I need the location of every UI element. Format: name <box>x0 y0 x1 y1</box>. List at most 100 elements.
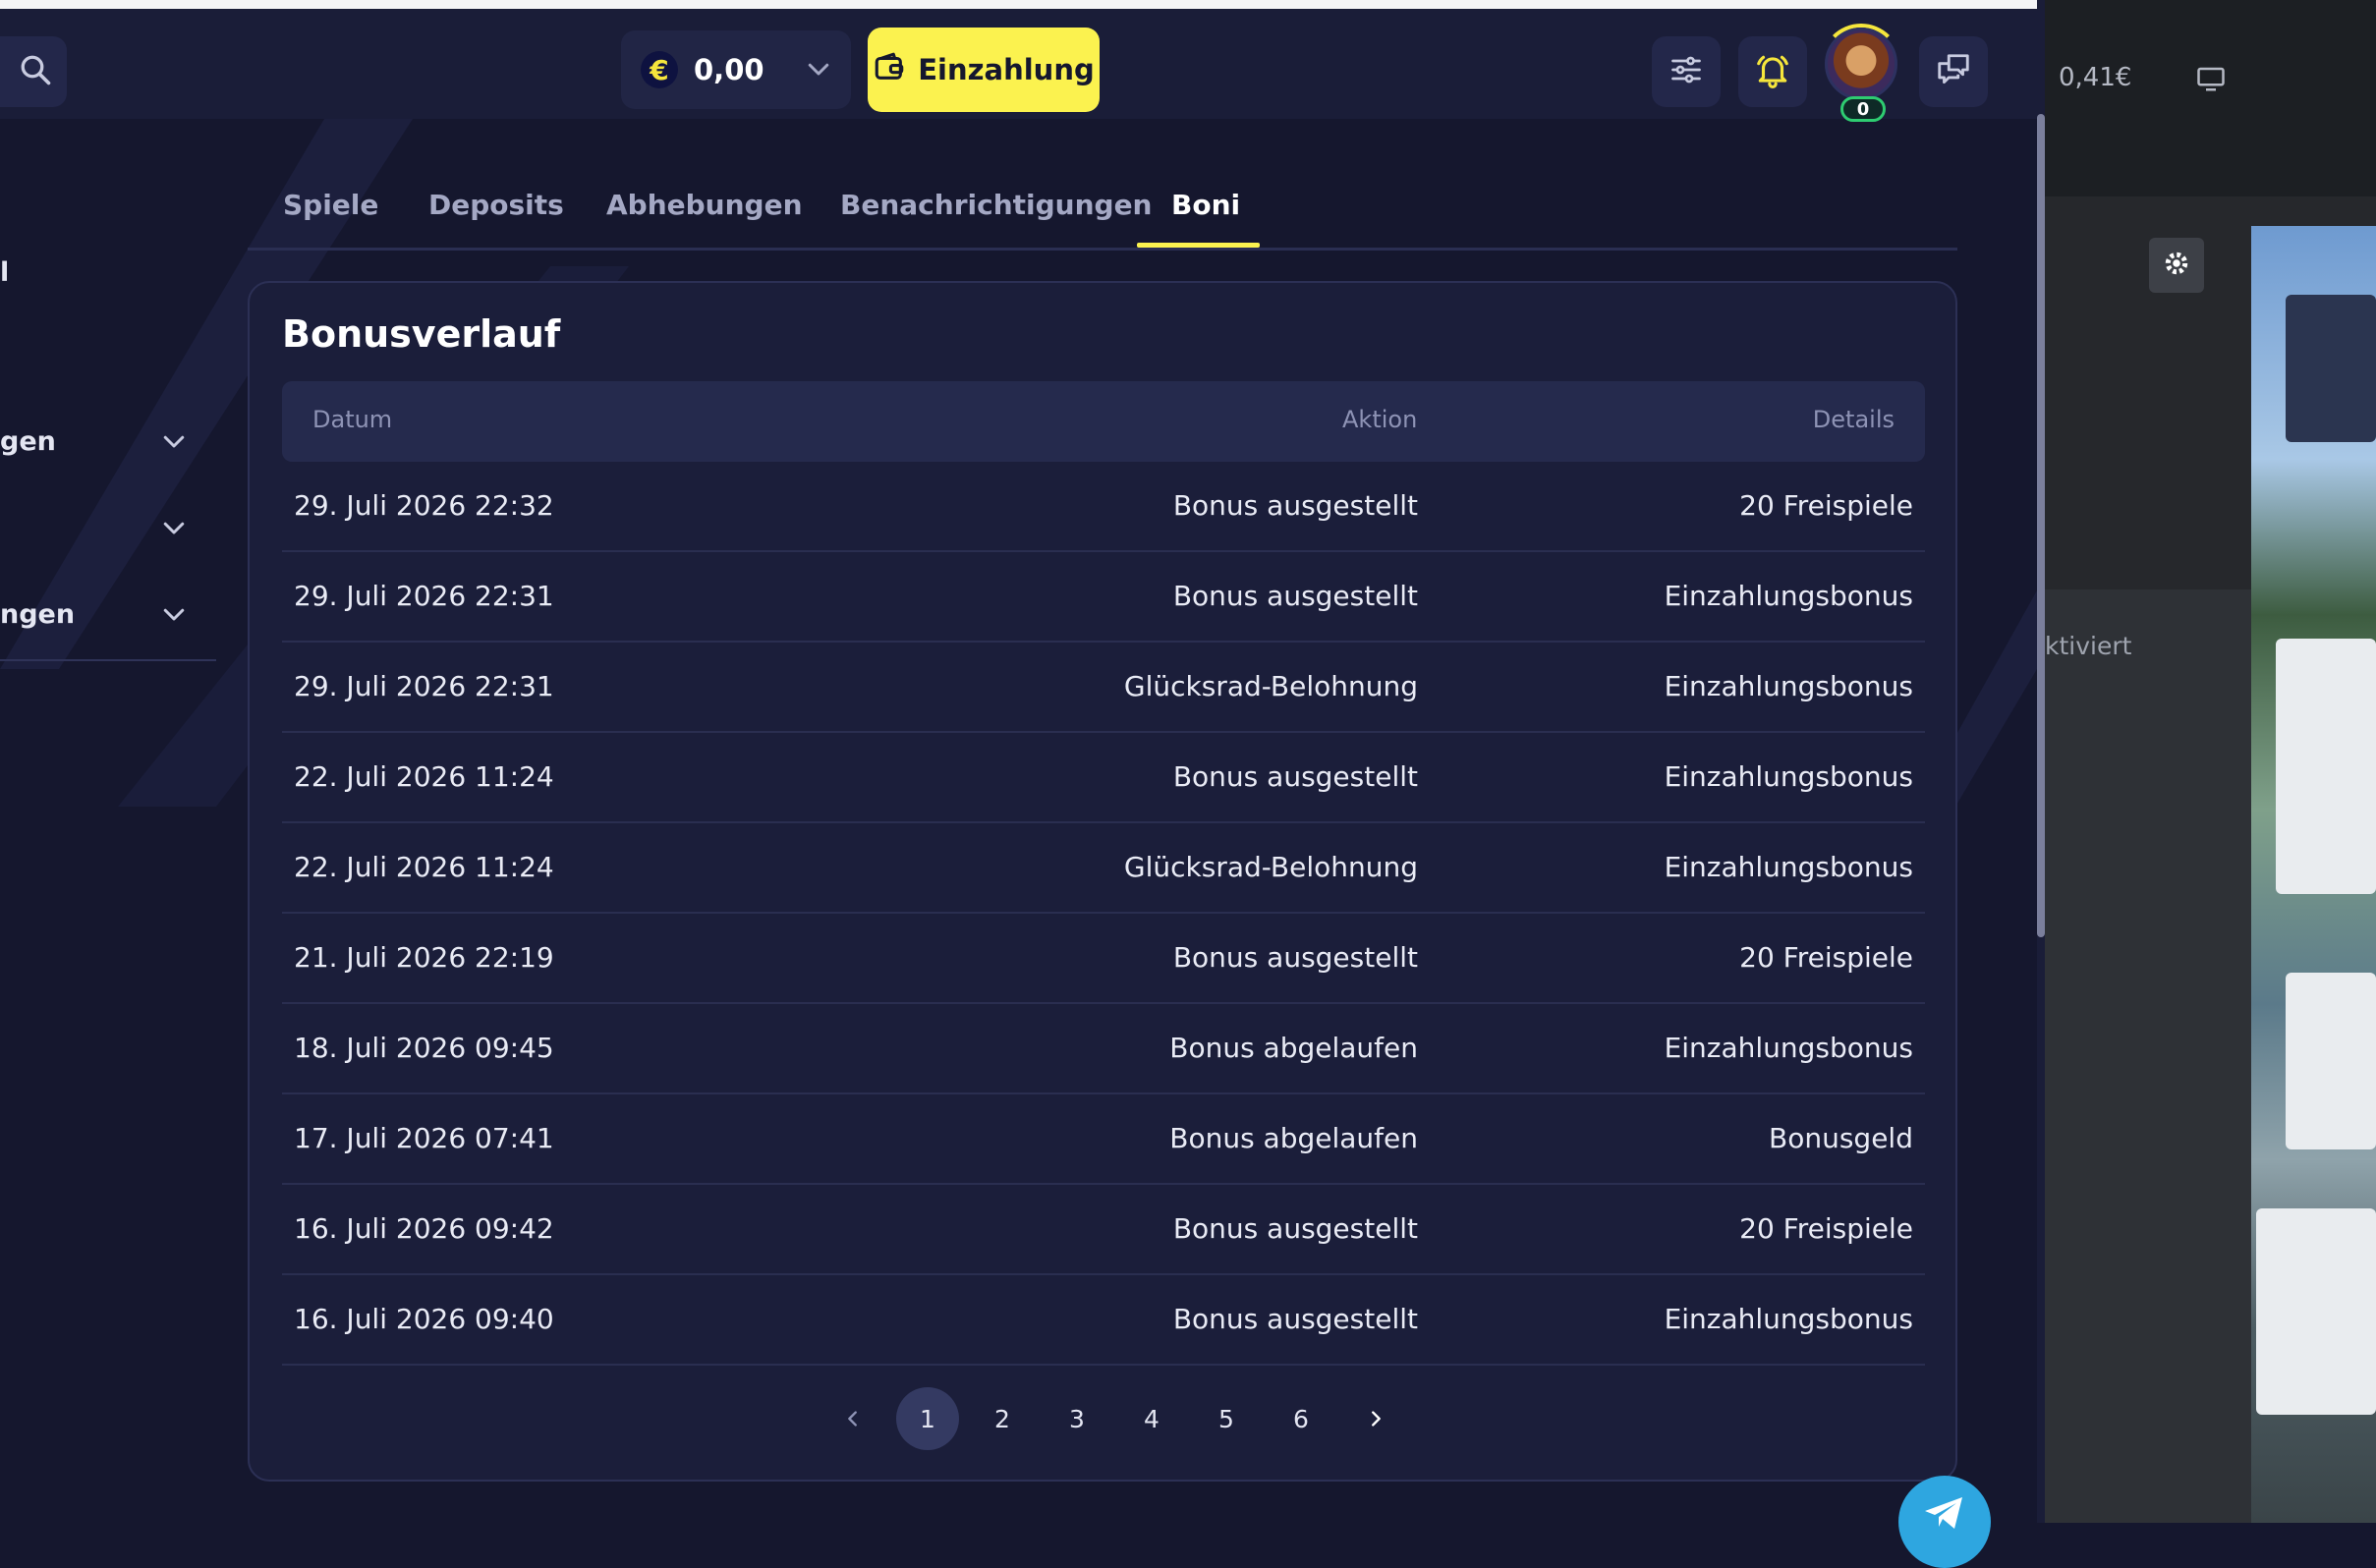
tab-benachrichtigungen[interactable]: Benachrichtigungen <box>840 189 1153 221</box>
row-details: Bonusgeld <box>1769 1122 1913 1154</box>
row-action: Bonus abgelaufen <box>1169 1122 1418 1154</box>
row-action: Bonus ausgestellt <box>1172 760 1418 793</box>
page-button-5[interactable]: 5 <box>1195 1387 1258 1450</box>
table-row: 29. Juli 2026 22:31 Glücksrad-Belohnung … <box>282 643 1925 733</box>
settings-sliders-button[interactable] <box>1652 36 1721 107</box>
tab-spiele[interactable]: Spiele <box>283 189 378 221</box>
gear-icon <box>2162 249 2191 282</box>
tab-abhebungen[interactable]: Abhebungen <box>606 189 803 221</box>
row-details: 20 Freispiele <box>1739 1212 1913 1245</box>
table-row: 29. Juli 2026 22:31 Bonus ausgestellt Ei… <box>282 552 1925 643</box>
table-row: 22. Juli 2026 11:24 Bonus ausgestellt Ei… <box>282 733 1925 823</box>
row-action: Bonus ausgestellt <box>1172 1303 1418 1335</box>
chevron-left-icon <box>848 1411 857 1427</box>
window-thumbnail <box>2286 295 2376 442</box>
notifications-button[interactable] <box>1738 36 1807 107</box>
balance-value: 0,00 <box>694 53 764 86</box>
chevron-down-icon[interactable] <box>159 599 189 633</box>
page-button-2[interactable]: 2 <box>971 1387 1034 1450</box>
row-date: 16. Juli 2026 09:40 <box>294 1303 554 1335</box>
background-settings-button[interactable] <box>2149 238 2204 293</box>
background-window-body <box>2045 589 2251 1523</box>
row-date: 29. Juli 2026 22:31 <box>294 580 554 612</box>
row-action: Bonus ausgestellt <box>1172 1212 1418 1245</box>
column-header-details: Details <box>1812 406 1895 433</box>
background-status-text: ktiviert <box>2045 632 2132 660</box>
row-action: Bonus ausgestellt <box>1172 489 1418 522</box>
row-details: Einzahlungsbonus <box>1664 760 1913 793</box>
row-date: 21. Juli 2026 22:19 <box>294 941 554 974</box>
table-row: 18. Juli 2026 09:45 Bonus abgelaufen Ein… <box>282 1004 1925 1094</box>
table-row: 17. Juli 2026 07:41 Bonus abgelaufen Bon… <box>282 1094 1925 1185</box>
active-tab-indicator <box>1137 243 1260 248</box>
row-action: Glücksrad-Belohnung <box>1123 851 1418 883</box>
next-page-button[interactable] <box>1344 1387 1407 1450</box>
window-top-edge <box>0 0 2044 9</box>
row-details: 20 Freispiele <box>1739 941 1913 974</box>
level-badge: 0 <box>1840 96 1886 122</box>
table-row: 16. Juli 2026 09:40 Bonus ausgestellt Ei… <box>282 1275 1925 1366</box>
page-title: Bonusverlauf <box>282 312 561 356</box>
monitor-icon <box>2196 65 2226 96</box>
row-action: Bonus ausgestellt <box>1172 580 1418 612</box>
bonus-table-body: 29. Juli 2026 22:32 Bonus ausgestellt 20… <box>282 462 1925 1366</box>
page-scrollbar-thumb[interactable] <box>2037 114 2045 937</box>
background-window: 0,41€ ktiviert <box>2045 0 2376 1523</box>
sidebar-divider <box>0 659 216 661</box>
user-avatar-button[interactable]: 0 <box>1821 24 1903 126</box>
prev-page-button[interactable] <box>821 1387 884 1450</box>
table-row: 29. Juli 2026 22:32 Bonus ausgestellt 20… <box>282 462 1925 552</box>
row-date: 17. Juli 2026 07:41 <box>294 1122 554 1154</box>
column-header-action: Aktion <box>1342 406 1418 433</box>
page-button-6[interactable]: 6 <box>1270 1387 1332 1450</box>
tab-boni[interactable]: Boni <box>1171 189 1240 221</box>
chevron-down-icon[interactable] <box>159 426 189 460</box>
telegram-button[interactable] <box>1898 1476 1991 1568</box>
table-header: Datum Aktion Details <box>282 381 1925 462</box>
window-thumbnail <box>2256 1208 2376 1415</box>
background-window-header <box>2045 0 2376 196</box>
row-details: Einzahlungsbonus <box>1664 1303 1913 1335</box>
window-thumbnail <box>2286 973 2376 1149</box>
top-header: € 0,00 Einzahlung 0 <box>0 9 2037 122</box>
bonus-history-panel: Bonusverlauf Datum Aktion Details 29. Ju… <box>248 281 1957 1482</box>
balance-selector[interactable]: € 0,00 <box>621 30 851 109</box>
sidebar-item-2[interactable]: gen <box>0 426 56 457</box>
chevron-down-icon[interactable] <box>159 513 189 546</box>
column-header-date: Datum <box>312 406 393 433</box>
row-details: Einzahlungsbonus <box>1664 580 1913 612</box>
row-date: 16. Juli 2026 09:42 <box>294 1212 554 1245</box>
row-details: 20 Freispiele <box>1739 489 1913 522</box>
page-button-4[interactable]: 4 <box>1120 1387 1183 1450</box>
sidebar-item-4[interactable]: ngen <box>0 599 75 630</box>
deposit-button[interactable]: Einzahlung <box>868 28 1100 112</box>
row-action: Bonus ausgestellt <box>1172 941 1418 974</box>
row-date: 22. Juli 2026 11:24 <box>294 760 554 793</box>
chevron-right-icon <box>1372 1411 1381 1427</box>
row-action: Bonus abgelaufen <box>1169 1032 1418 1064</box>
row-details: Einzahlungsbonus <box>1664 670 1913 702</box>
row-details: Einzahlungsbonus <box>1664 851 1913 883</box>
row-date: 29. Juli 2026 22:31 <box>294 670 554 702</box>
page-button-1[interactable]: 1 <box>896 1387 959 1450</box>
sliders-icon <box>1669 52 1704 91</box>
wallet-icon <box>873 50 906 90</box>
row-date: 22. Juli 2026 11:24 <box>294 851 554 883</box>
avatar <box>1825 28 1897 100</box>
deposit-button-label: Einzahlung <box>918 53 1095 86</box>
search-icon <box>18 52 53 91</box>
table-row: 21. Juli 2026 22:19 Bonus ausgestellt 20… <box>282 914 1925 1004</box>
row-action: Glücksrad-Belohnung <box>1123 670 1418 702</box>
chat-button[interactable] <box>1919 36 1988 107</box>
table-row: 16. Juli 2026 09:42 Bonus ausgestellt 20… <box>282 1185 1925 1275</box>
background-window-balance: 0,41€ <box>2059 63 2132 92</box>
search-button[interactable] <box>0 36 67 107</box>
row-date: 29. Juli 2026 22:32 <box>294 489 554 522</box>
tab-deposits[interactable]: Deposits <box>428 189 564 221</box>
chat-bubbles-icon <box>1935 51 1972 92</box>
history-tabs: Spiele Deposits Abhebungen Benachrichtig… <box>248 177 1957 251</box>
page-button-3[interactable]: 3 <box>1046 1387 1108 1450</box>
pagination: 1 2 3 4 5 6 <box>821 1387 1419 1450</box>
telegram-icon <box>1921 1493 1968 1537</box>
sidebar-item-1[interactable]: l <box>0 257 9 288</box>
